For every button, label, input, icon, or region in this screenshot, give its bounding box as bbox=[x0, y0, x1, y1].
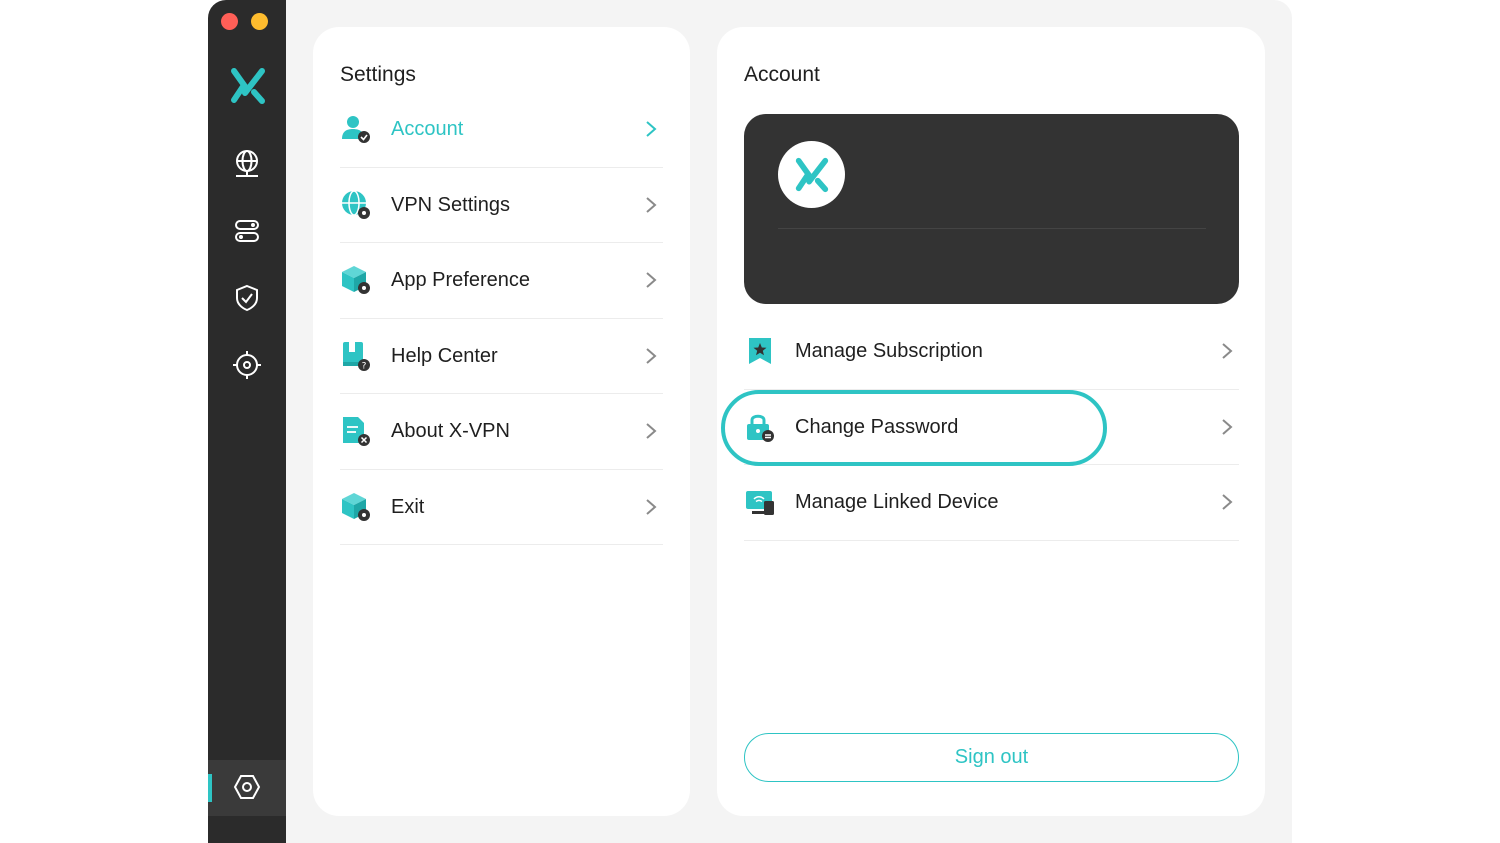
settings-item-label: Exit bbox=[391, 495, 425, 518]
chevron-right-icon bbox=[1222, 494, 1233, 510]
settings-item-label: VPN Settings bbox=[391, 193, 510, 216]
account-item-change-password[interactable]: Change Password bbox=[744, 390, 1239, 465]
user-check-icon bbox=[342, 116, 370, 143]
chevron-right-icon bbox=[646, 121, 657, 137]
x-vpn-logo-icon bbox=[795, 157, 828, 192]
account-item-label: Manage Linked Device bbox=[795, 491, 999, 513]
target-icon bbox=[233, 351, 261, 379]
x-vpn-logo-icon bbox=[231, 68, 265, 104]
card-divider bbox=[778, 228, 1206, 229]
settings-item-exit[interactable]: Exit bbox=[340, 470, 663, 545]
settings-item-help-center[interactable]: ? Help Center bbox=[340, 319, 663, 394]
sign-out-button[interactable]: Sign out bbox=[744, 733, 1239, 782]
account-item-manage-subscription[interactable]: Manage Subscription bbox=[744, 314, 1239, 390]
chevron-right-icon bbox=[1222, 418, 1233, 435]
account-title: Account bbox=[744, 63, 820, 86]
settings-menu: Account VPN Settings App Preference ? He… bbox=[340, 92, 663, 545]
account-item-manage-linked-device[interactable]: Manage Linked Device bbox=[744, 465, 1239, 541]
chevron-right-icon bbox=[646, 272, 657, 288]
shield-check-icon bbox=[236, 284, 258, 312]
chevron-right-icon bbox=[646, 347, 657, 364]
document-x-icon bbox=[343, 417, 370, 446]
globe-gear-icon bbox=[342, 189, 370, 219]
settings-hex-icon bbox=[233, 775, 261, 799]
settings-item-label: Help Center bbox=[391, 344, 498, 367]
account-item-label: Manage Subscription bbox=[795, 340, 983, 362]
settings-item-account[interactable]: Account bbox=[340, 92, 663, 168]
settings-item-vpn-settings[interactable]: VPN Settings bbox=[340, 168, 663, 243]
close-window-button[interactable] bbox=[221, 13, 238, 30]
server-icon bbox=[235, 220, 259, 242]
sidebar-item-settings[interactable] bbox=[229, 769, 265, 805]
globe-icon bbox=[236, 150, 258, 177]
settings-item-app-preference[interactable]: App Preference bbox=[340, 243, 663, 319]
sidebar-item-security[interactable] bbox=[229, 280, 265, 316]
svg-text:?: ? bbox=[362, 361, 367, 371]
settings-title: Settings bbox=[340, 63, 416, 86]
account-card bbox=[744, 114, 1239, 304]
settings-item-label: App Preference bbox=[391, 269, 530, 291]
chevron-right-icon bbox=[646, 423, 657, 439]
sidebar-item-locate[interactable] bbox=[229, 347, 265, 383]
lock-refresh-icon bbox=[747, 414, 774, 442]
chevron-right-icon bbox=[1222, 343, 1233, 359]
account-item-label: Change Password bbox=[795, 415, 959, 438]
minimize-window-button[interactable] bbox=[251, 13, 268, 30]
avatar bbox=[778, 141, 845, 208]
sidebar-item-connections[interactable] bbox=[229, 213, 265, 249]
settings-item-label: Account bbox=[391, 118, 464, 140]
sidebar-item-servers[interactable] bbox=[229, 145, 265, 181]
sidebar bbox=[208, 0, 286, 843]
chevron-right-icon bbox=[646, 498, 657, 515]
bookmark-star-icon bbox=[749, 338, 771, 364]
account-panel: Account Manage Subscription Change Passw… bbox=[717, 27, 1265, 816]
chevron-right-icon bbox=[646, 196, 657, 213]
settings-item-about[interactable]: About X-VPN bbox=[340, 394, 663, 470]
sidebar-active-indicator bbox=[208, 774, 212, 802]
monitor-wifi-icon bbox=[746, 491, 774, 515]
book-question-icon: ? bbox=[343, 341, 370, 371]
settings-item-label: About X-VPN bbox=[391, 420, 510, 442]
app-window: Settings Account VPN Settings App Prefer… bbox=[208, 0, 1292, 843]
account-options-list: Manage Subscription Change Password Mana… bbox=[744, 314, 1239, 541]
cube-gear-icon bbox=[342, 492, 370, 521]
settings-panel: Settings Account VPN Settings App Prefer… bbox=[313, 27, 690, 816]
cube-gear-icon bbox=[342, 266, 370, 294]
